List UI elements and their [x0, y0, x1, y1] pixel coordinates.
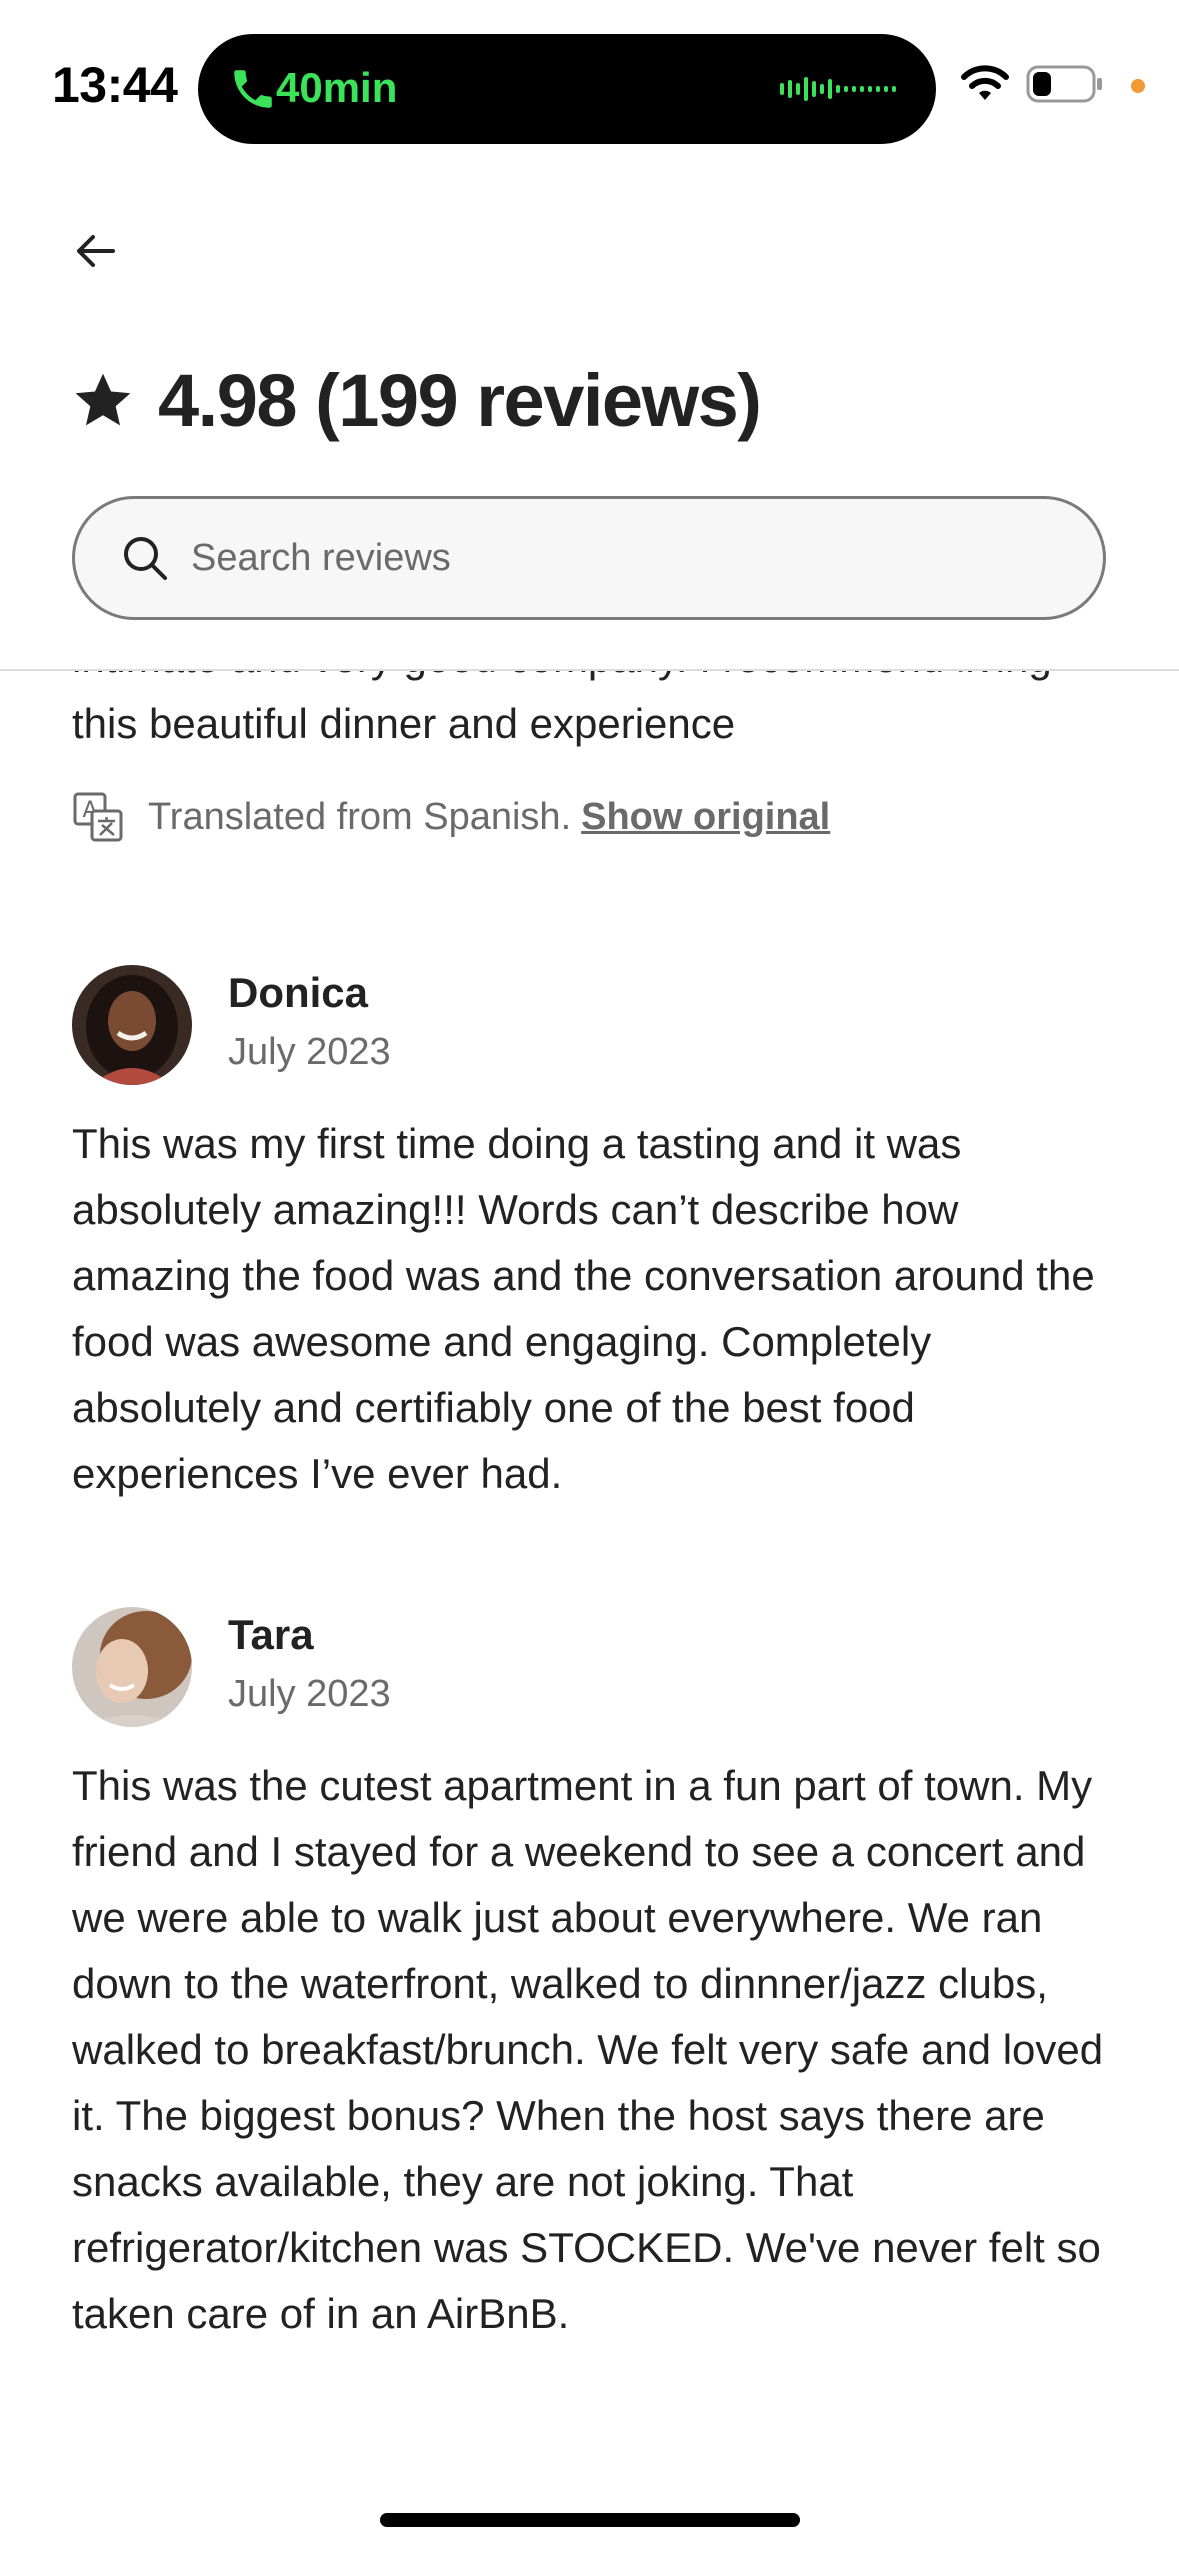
- status-time: 13:44: [52, 57, 178, 113]
- waveform-icon: [780, 77, 896, 101]
- home-indicator[interactable]: [380, 2513, 800, 2527]
- avatar[interactable]: [72, 1607, 192, 1727]
- star-icon: [75, 373, 131, 426]
- avatar-photo: [72, 1607, 192, 1727]
- back-button[interactable]: [60, 216, 130, 286]
- reviews-screen: 13:44 40min 4.98 (199 reviews) Search re…: [0, 0, 1179, 2556]
- translate-icon: A: [73, 792, 123, 842]
- wifi-icon: [961, 65, 1009, 100]
- status-bar: 13:44 40min: [0, 0, 1179, 150]
- review-date: July 2023: [228, 1673, 391, 1715]
- rating-summary: 4.98 (199 reviews): [72, 350, 762, 450]
- battery-icon: [1026, 65, 1102, 103]
- translation-row: A Translated from Spanish. Show original: [72, 791, 830, 843]
- avatar-photo: [72, 965, 192, 1085]
- call-activity-pill[interactable]: 40min: [198, 34, 936, 144]
- review-text: This was the cutest apartment in a fun p…: [72, 1762, 1104, 2337]
- review-text-partial: intimate and very good company. I recomm…: [72, 671, 1052, 747]
- privacy-indicator-dot: [1131, 79, 1145, 93]
- arrow-left-icon: [77, 235, 115, 267]
- review-text: This was my first time doing a tasting a…: [72, 1120, 1095, 1497]
- search-icon: [124, 537, 167, 580]
- review-date: July 2023: [228, 1031, 391, 1073]
- rating-title: 4.98 (199 reviews): [158, 358, 762, 442]
- search-input[interactable]: Search reviews: [72, 496, 1106, 620]
- reviewer-name: Donica: [228, 969, 369, 1016]
- reviews-list[interactable]: intimate and very good company. I recomm…: [0, 671, 1179, 2556]
- avatar[interactable]: [72, 965, 192, 1085]
- translation-note: Translated from Spanish.: [148, 795, 572, 838]
- search-placeholder: Search reviews: [191, 536, 451, 579]
- show-original-link[interactable]: Show original: [581, 796, 830, 839]
- reviewer-name: Tara: [228, 1611, 314, 1658]
- call-duration: 40min: [276, 64, 398, 111]
- phone-icon: [234, 70, 272, 108]
